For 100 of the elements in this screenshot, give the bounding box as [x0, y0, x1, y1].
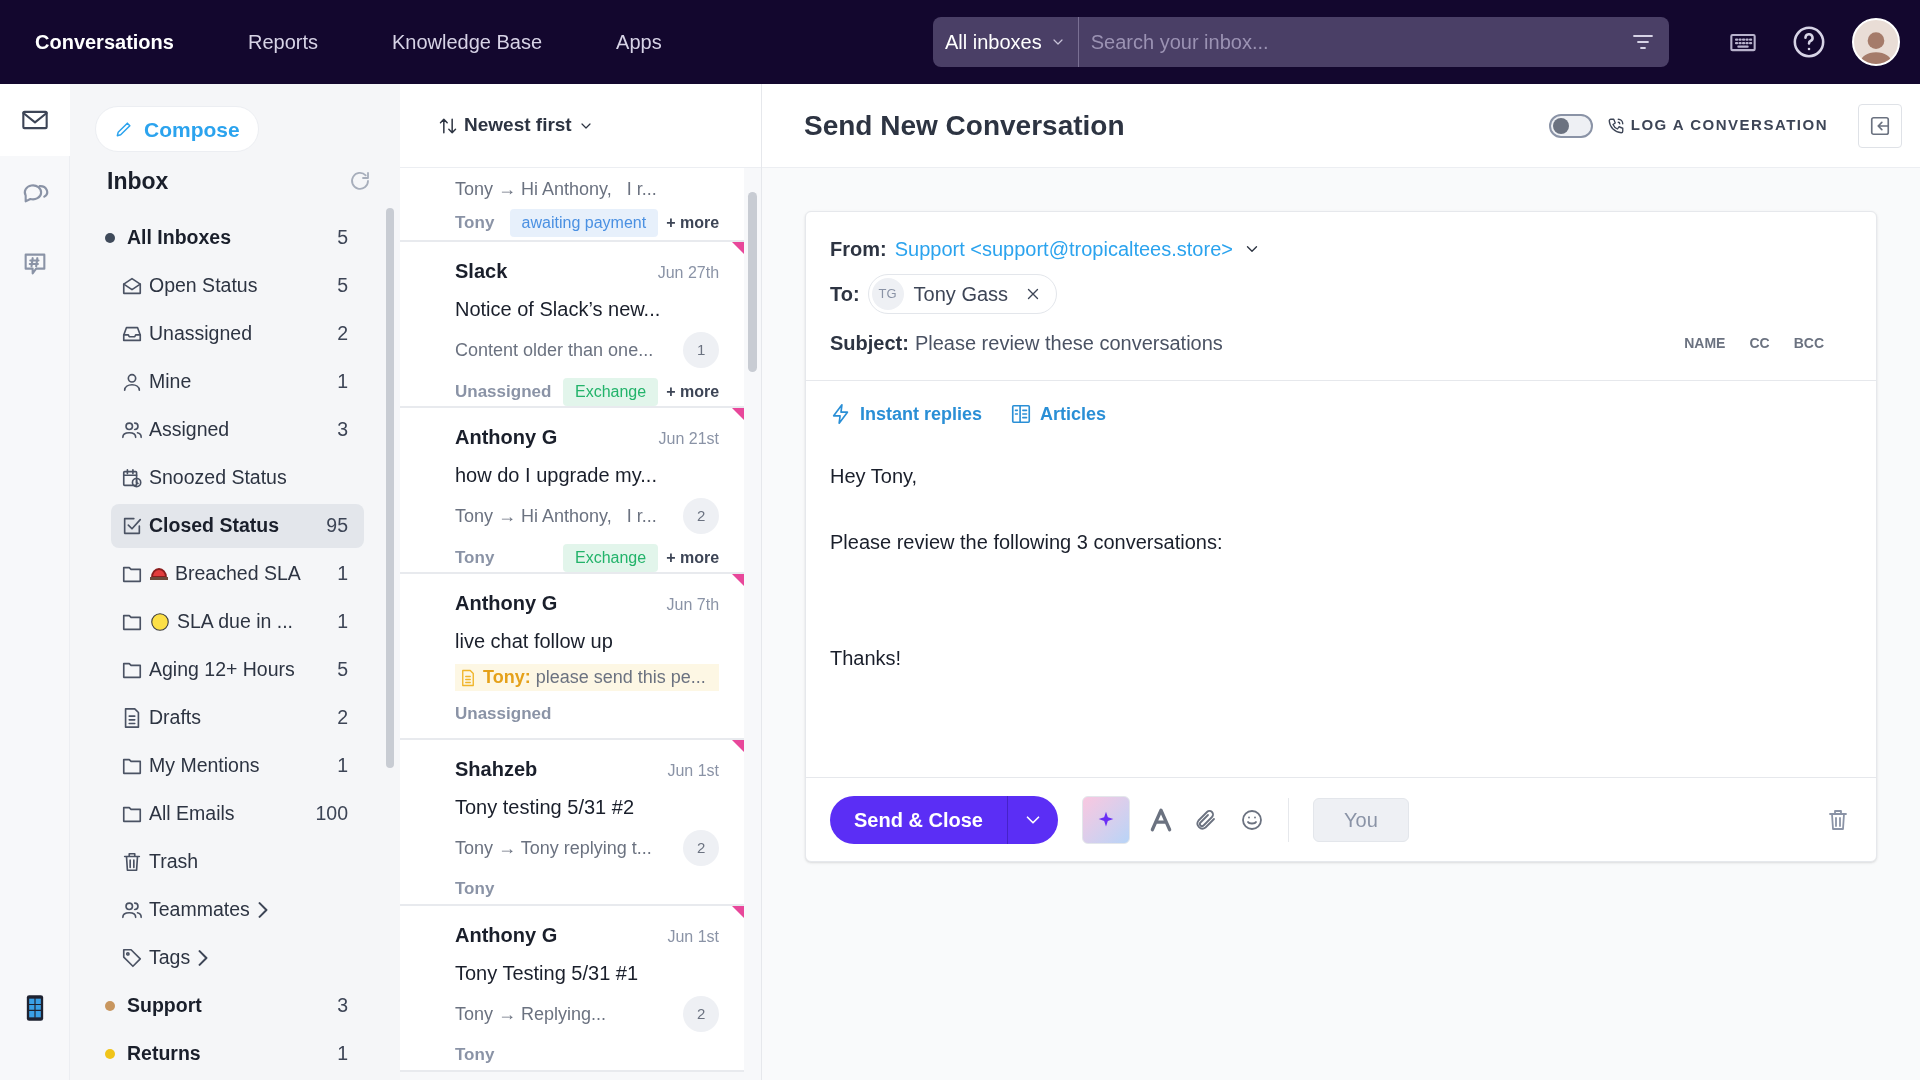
toolbar-link[interactable]: Articles [1010, 400, 1107, 428]
tag-label: Exchange [562, 544, 659, 572]
more-tags-link[interactable]: + more [666, 546, 720, 570]
message-preview: Tony → Hi Anthony, I r... [455, 178, 657, 201]
from-label: From: [830, 237, 887, 262]
recipient-initials: TG [871, 278, 904, 310]
sidebar-item-label: Snoozed Status [149, 465, 287, 491]
conversation-date: Jun 1st [667, 927, 720, 947]
nav-tab[interactable]: Conversations [35, 27, 174, 57]
sidebar-item[interactable]: Unassigned 2 [111, 312, 364, 356]
emoji-button[interactable] [1239, 807, 1264, 832]
attach-button[interactable] [1193, 807, 1218, 832]
assignee-name: Tony [455, 547, 495, 570]
message-count: 2 [683, 996, 720, 1032]
sidebar-item[interactable]: Closed Status 95 [111, 504, 364, 548]
sidebar-item[interactable]: Snoozed Status [111, 456, 364, 500]
nav-tab[interactable]: Reports [247, 27, 318, 57]
sidebar-item[interactable]: Teammates [111, 888, 364, 932]
sidebar-item[interactable]: Aging 12+ Hours 5 [111, 648, 364, 692]
toolbar-link[interactable]: Instant replies [830, 400, 983, 428]
sidebar-item[interactable]: My Mentions 1 [111, 744, 364, 788]
sidebar-item[interactable]: SLA due in ... 1 [111, 600, 364, 644]
item-count: 3 [337, 993, 348, 1019]
sidebar-item[interactable]: Mine 1 [111, 360, 364, 404]
conversation-card[interactable]: Anthony G Jun 1st Tony Testing 5/31 #1 Tony → Replying... 2 Tony [400, 906, 745, 1072]
log-toggle[interactable] [1548, 113, 1593, 138]
scrollbar-thumb[interactable] [748, 192, 757, 372]
item-count: 1 [337, 609, 348, 635]
sidebar-item[interactable]: All Inboxes 5 [97, 216, 364, 260]
more-tags-link[interactable]: + more [666, 380, 720, 404]
sidebar-item-label: Closed Status [149, 513, 280, 539]
conversation-card[interactable]: Slack Jun 27th Notice of Slack’s new... Content older than one... 1 Unassigned Exchange + more [400, 242, 745, 408]
sidebar-item[interactable]: All Emails 100 [111, 792, 364, 836]
more-tags-link[interactable]: + more [666, 211, 720, 235]
sidebar-item[interactable]: Drafts 2 [111, 696, 364, 740]
nav-tab[interactable]: Apps [616, 27, 662, 57]
sidebar-item[interactable]: Tags [111, 936, 364, 980]
field-toggle[interactable]: CC [1749, 332, 1770, 354]
sidebar-item[interactable]: Returns 1 [97, 1032, 364, 1076]
sidebar-item-label: Returns [127, 1041, 201, 1067]
conversation-card[interactable]: Anthony G Jun 7th live chat follow up Tony: please send this pe... Unassigned [400, 574, 745, 740]
assignee-name: Tony [455, 878, 495, 900]
sidebar-item-label: Breached SLA [175, 561, 301, 587]
page-title: Send New Conversation [804, 108, 1125, 143]
item-count: 1 [337, 369, 348, 395]
log-conversation-button[interactable]: LOG A CONVERSATION [1606, 114, 1828, 137]
smiley-icon [1239, 807, 1264, 832]
tag-label: Exchange [562, 378, 659, 406]
tag-label: awaiting payment [509, 209, 659, 237]
sidebar-item[interactable]: Trash [111, 840, 364, 884]
item-count: 5 [337, 657, 348, 683]
search-field[interactable]: All inboxes Search your inbox... [933, 17, 1669, 67]
send-close-button[interactable]: Send & Close [830, 795, 1008, 844]
scrollbar-thumb[interactable] [386, 208, 394, 768]
message-count: 1 [683, 332, 720, 368]
conversation-card[interactable]: Anthony G Jun 21st how do I upgrade my... Tony → Hi Anthony, I r... 2 Tony Exchange + more [400, 408, 745, 574]
sidebar-item-label: All Inboxes [127, 225, 232, 251]
sidebar-item[interactable]: Support 3 [97, 984, 364, 1028]
sidebar-item-label: Unassigned [149, 321, 252, 347]
conversation-subject: how do I upgrade my... [455, 463, 658, 488]
ai-assist-button[interactable] [1081, 795, 1130, 844]
assignee-name: Unassigned [455, 703, 552, 725]
sidebar-item-label: Assigned [149, 417, 230, 443]
item-count: 3 [337, 417, 348, 443]
conversation-card[interactable]: Tony → Hi Anthony, I r... Tony awaiting payment + more [400, 168, 745, 242]
field-toggle[interactable]: BCC [1793, 332, 1824, 354]
help-button[interactable] [1792, 25, 1826, 59]
phone-icon [1606, 116, 1625, 135]
field-toggle[interactable]: NAME [1684, 332, 1726, 354]
sender-name: Shahzeb [455, 757, 538, 782]
conversation-date: Jun 27th [657, 263, 720, 283]
message-line: Please review the following 3 conversations: [830, 530, 1224, 555]
subject-label: Subject: [830, 331, 909, 356]
nav-tab[interactable]: Knowledge Base [391, 27, 543, 57]
sidebar-item[interactable]: Breached SLA 1 [111, 552, 364, 596]
conversation-subject: Tony Testing 5/31 #1 [455, 961, 640, 986]
item-count: 2 [337, 321, 348, 347]
user-avatar[interactable] [1852, 18, 1900, 66]
recipient-name: Tony Gass [913, 282, 1009, 307]
sidebar-item-label: Teammates [149, 897, 250, 923]
message-preview: Tony → Hi Anthony, I r... [455, 504, 657, 528]
message-preview: Tony → Tony replying t... [455, 836, 652, 860]
sender-name: Slack [455, 259, 508, 284]
sidebar-item[interactable]: Assigned 3 [111, 408, 364, 452]
note-icon [459, 668, 477, 687]
conversation-card[interactable]: Shahzeb Jun 1st Tony testing 5/31 #2 Tony → Tony replying t... 2 Tony [400, 740, 745, 906]
sidebar-item[interactable]: Open Status 5 [111, 264, 364, 308]
delete-draft-button[interactable] [1826, 807, 1850, 832]
message-line: Thanks! [830, 646, 903, 671]
inbox-scope-dropdown[interactable]: All inboxes [933, 17, 1079, 67]
exit-button[interactable] [1858, 103, 1902, 148]
people-icon [121, 899, 143, 921]
item-count: 1 [337, 1041, 348, 1067]
sender-name: Anthony G [455, 425, 558, 450]
message-editor[interactable]: Hey Tony, Please review the following 3 conversations: Thanks! [806, 447, 1876, 777]
exit-icon [1869, 114, 1891, 137]
sidebar-item-label: Aging 12+ Hours [149, 657, 295, 683]
conversation-date: Jun 21st [658, 429, 720, 449]
sort-dropdown[interactable]: Newest first [438, 111, 594, 140]
message-preview: Content older than one... [455, 338, 654, 362]
